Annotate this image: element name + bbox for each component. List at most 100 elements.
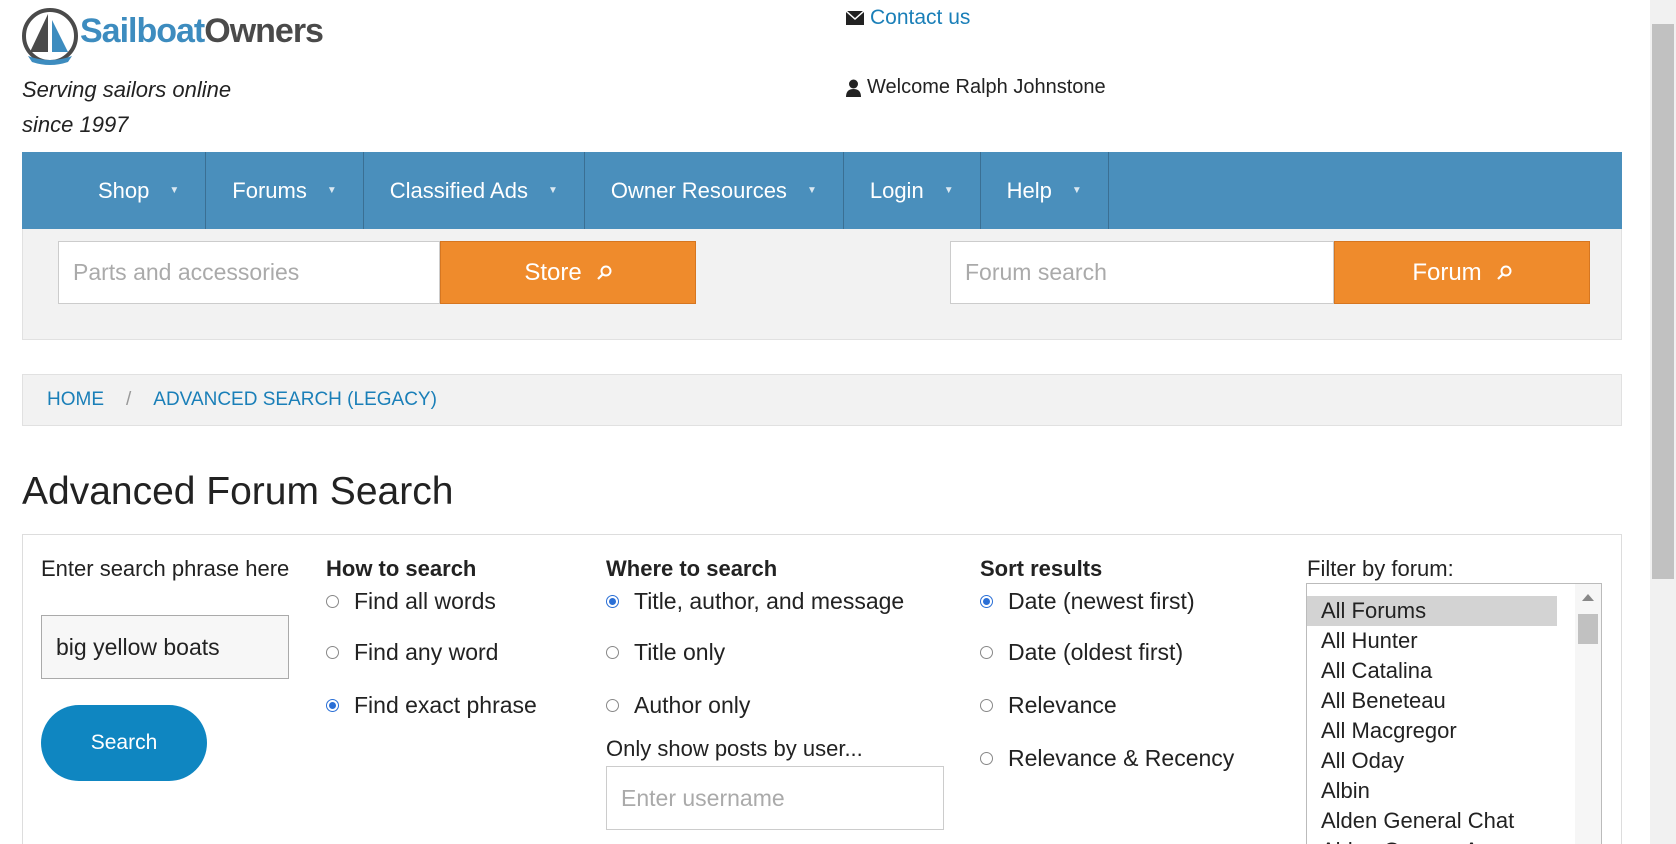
forum-option[interactable]: All Oday xyxy=(1307,746,1557,776)
phrase-input[interactable]: big yellow boats xyxy=(41,615,289,679)
scroll-up-arrow-icon[interactable] xyxy=(1582,594,1594,601)
welcome-text: Welcome Ralph Johnstone xyxy=(867,76,1106,98)
page-title: Advanced Forum Search xyxy=(22,470,454,513)
nav-owner-resources-label: Owner Resources xyxy=(610,177,787,203)
how-option-any-word[interactable]: Find any word xyxy=(326,626,566,679)
nav-classified-label: Classified Ads xyxy=(389,177,528,203)
caret-down-icon: ▼ xyxy=(547,185,558,196)
search-icon xyxy=(1496,265,1512,280)
how-option-exact-phrase[interactable]: Find exact phrase xyxy=(326,679,566,732)
caret-down-icon: ▼ xyxy=(806,185,817,196)
forum-search-placeholder: Forum search xyxy=(965,259,1107,285)
nav-help[interactable]: Help ▼ xyxy=(981,152,1109,229)
tagline-line-2: since 1997 xyxy=(22,112,129,137)
radio-button[interactable] xyxy=(326,646,339,659)
welcome-message: Welcome Ralph Johnstone xyxy=(846,76,1106,99)
nav-classified-ads[interactable]: Classified Ads ▼ xyxy=(364,152,585,229)
main-nav: Shop ▼ Forums ▼ Classified Ads ▼ Owner Reso… xyxy=(22,152,1622,229)
nav-shop-label: Shop xyxy=(98,177,150,203)
forum-option[interactable]: All Hunter xyxy=(1307,626,1557,656)
listbox-scroll-thumb[interactable] xyxy=(1578,614,1598,644)
forum-button-label: Forum xyxy=(1412,258,1482,286)
contact-us-link[interactable]: Contact us xyxy=(870,6,970,30)
nav-forums[interactable]: Forums ▼ xyxy=(206,152,364,229)
caret-down-icon: ▼ xyxy=(943,185,954,196)
forum-filter-listbox[interactable]: All Forums All Hunter All Catalina All B… xyxy=(1306,583,1602,844)
sort-option-label: Relevance xyxy=(1008,692,1117,718)
forum-option[interactable]: Alden Owners Assoc xyxy=(1307,836,1557,844)
where-column: Where to search Title, author, and messa… xyxy=(606,553,956,830)
breadcrumb-separator: / xyxy=(126,389,132,410)
sort-column: Sort results Date (newest first) Date (o… xyxy=(980,553,1270,785)
username-input[interactable]: Enter username xyxy=(606,766,944,830)
tagline: Serving sailors online since 1997 xyxy=(22,72,231,142)
filter-column: Filter by forum: xyxy=(1307,553,1607,584)
where-option-label: Author only xyxy=(634,692,751,718)
forum-search-input[interactable]: Forum search xyxy=(950,241,1334,304)
phrase-column: Enter search phrase here xyxy=(41,553,291,584)
caret-down-icon: ▼ xyxy=(169,185,180,196)
breadcrumb-home[interactable]: HOME xyxy=(47,389,104,411)
radio-button-selected[interactable] xyxy=(980,594,993,608)
nav-forums-label: Forums xyxy=(232,177,307,203)
radio-button[interactable] xyxy=(606,646,619,659)
forum-option[interactable]: Alden General Chat xyxy=(1307,806,1557,836)
where-option-label: Title, author, and message xyxy=(634,587,905,614)
nav-login[interactable]: Login ▼ xyxy=(844,152,981,229)
phrase-input-value: big yellow boats xyxy=(56,633,220,660)
search-icon xyxy=(596,265,612,280)
radio-button[interactable] xyxy=(606,699,619,712)
how-option-label: Find any word xyxy=(354,639,499,665)
envelope-icon xyxy=(846,11,864,25)
filter-label: Filter by forum: xyxy=(1307,556,1454,581)
user-icon xyxy=(846,79,861,97)
store-search-input[interactable]: Parts and accessories xyxy=(58,241,440,304)
store-search-placeholder: Parts and accessories xyxy=(73,259,300,285)
radio-button[interactable] xyxy=(980,699,993,712)
forum-option[interactable]: Albin xyxy=(1307,776,1557,806)
sort-option-label: Date (oldest first) xyxy=(1008,639,1184,665)
radio-button-selected[interactable] xyxy=(606,594,619,608)
how-column: How to search Find all words Find any wo… xyxy=(326,553,566,732)
listbox-scrollbar[interactable] xyxy=(1575,584,1601,844)
logo-sail-text: Sailboat xyxy=(80,11,205,50)
logo-wordmark: SailboatOwners xyxy=(80,11,324,51)
how-option-label: Find all words xyxy=(354,587,496,614)
user-filter-label: Only show posts by user... xyxy=(606,736,863,761)
store-search-button[interactable]: Store xyxy=(440,241,696,304)
caret-down-icon: ▼ xyxy=(326,185,337,196)
sort-option-label: Date (newest first) xyxy=(1008,587,1195,614)
radio-button[interactable] xyxy=(980,646,993,659)
sort-option-relevance[interactable]: Relevance xyxy=(980,679,1270,732)
page-scrollbar[interactable] xyxy=(1650,0,1676,844)
search-button-label: Search xyxy=(90,731,158,754)
search-button[interactable]: Search xyxy=(41,705,207,781)
tagline-line-1: Serving sailors online xyxy=(22,77,232,102)
forum-option[interactable]: All Catalina xyxy=(1307,656,1557,686)
sort-option-relevance-recency[interactable]: Relevance & Recency xyxy=(980,732,1270,785)
nav-owner-resources[interactable]: Owner Resources ▼ xyxy=(585,152,844,229)
breadcrumb: HOME / ADVANCED SEARCH (LEGACY) xyxy=(22,374,1622,426)
contact-link[interactable]: Contact us xyxy=(846,6,970,30)
radio-button-selected[interactable] xyxy=(326,699,339,712)
page-scroll-thumb[interactable] xyxy=(1652,24,1674,579)
where-option-author-only[interactable]: Author only xyxy=(606,679,956,732)
forum-option[interactable]: All Beneteau xyxy=(1307,686,1557,716)
sort-option-label: Relevance & Recency xyxy=(1008,745,1235,771)
phrase-label: Enter search phrase here xyxy=(41,556,290,581)
where-option-title-only[interactable]: Title only xyxy=(606,626,956,679)
sort-option-oldest[interactable]: Date (oldest first) xyxy=(980,626,1270,679)
radio-button[interactable] xyxy=(980,752,993,765)
forum-search-button[interactable]: Forum xyxy=(1334,241,1590,304)
nav-shop[interactable]: Shop ▼ xyxy=(22,152,207,229)
forum-option-selected[interactable]: All Forums xyxy=(1307,596,1557,626)
nav-help-label: Help xyxy=(1006,177,1052,203)
breadcrumb-current[interactable]: ADVANCED SEARCH (LEGACY) xyxy=(153,389,437,411)
site-logo[interactable]: SailboatOwners xyxy=(22,6,324,68)
how-option-label: Find exact phrase xyxy=(354,692,537,718)
nav-login-label: Login xyxy=(869,177,924,203)
username-placeholder: Enter username xyxy=(621,784,785,811)
logo-owners-text: Owners xyxy=(204,11,324,50)
radio-button[interactable] xyxy=(326,594,339,608)
forum-option[interactable]: All Macgregor xyxy=(1307,716,1557,746)
